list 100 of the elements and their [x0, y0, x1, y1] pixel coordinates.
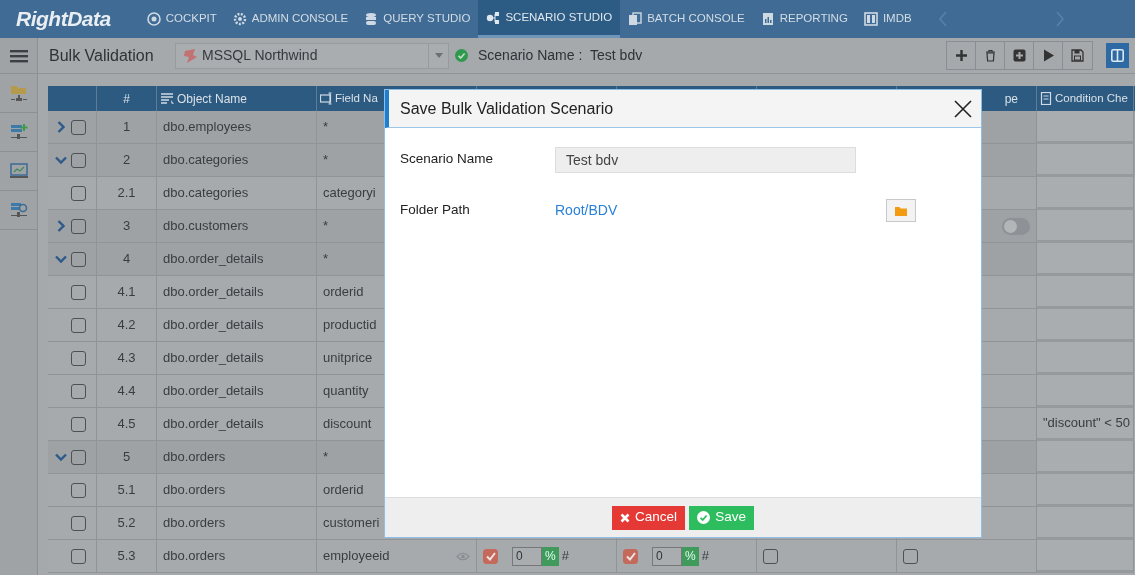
table-cell-text: dbo.categories — [163, 184, 249, 203]
layout-button[interactable] — [1106, 43, 1129, 68]
table-cell-text: dbo.orders — [163, 481, 226, 500]
table-cell-text: employeeid — [323, 547, 390, 566]
check-circle-icon — [697, 511, 711, 524]
table-cell-text: 3 — [122, 217, 131, 236]
checkbox[interactable] — [71, 218, 86, 234]
checkbox[interactable] — [71, 152, 86, 168]
checkbox[interactable] — [71, 416, 86, 432]
table-cell-text: dbo.orders — [163, 448, 226, 467]
table-cell-text: 5 — [122, 448, 131, 467]
server-icon — [182, 47, 198, 64]
chevron-down-icon[interactable] — [55, 253, 67, 265]
documents-icon — [628, 12, 643, 26]
input-field[interactable]: 0 — [652, 546, 682, 566]
table-cell-text: * — [323, 217, 329, 236]
table-cell-text: dbo.categories — [163, 151, 249, 170]
table-cell-text: unitprice — [323, 349, 373, 368]
browse-folder-button[interactable] — [886, 199, 916, 222]
checkbox[interactable] — [71, 449, 86, 465]
logo[interactable]: RightData — [0, 0, 139, 38]
input-field[interactable]: 0 — [512, 546, 542, 566]
settings-network-icon[interactable] — [9, 201, 28, 219]
checkbox[interactable] — [71, 119, 86, 135]
cancel-button[interactable]: Cancel — [612, 505, 686, 530]
table-cell-text: 4.2 — [117, 316, 136, 335]
checkbox[interactable] — [71, 251, 86, 267]
save-icon — [1071, 49, 1084, 62]
hash-label: # — [701, 547, 709, 566]
add-network-icon[interactable] — [9, 123, 28, 141]
folder-icon — [895, 205, 907, 216]
nav-tab[interactable]: QUERY STUDIO — [356, 0, 479, 38]
table-cell-text: 1 — [122, 118, 131, 137]
nav-tab[interactable]: REPORTING — [752, 0, 856, 38]
nav-tab[interactable]: SCENARIO STUDIO — [478, 0, 621, 38]
table-cell-text: 4 — [122, 250, 131, 269]
scenario-name-input[interactable]: Test bdv — [555, 146, 856, 173]
table-cell-text: 4.4 — [117, 382, 136, 401]
nav-tab[interactable]: COCKPIT — [138, 0, 225, 38]
checkbox[interactable] — [71, 383, 86, 399]
table-cell-text: 4.3 — [117, 349, 136, 368]
table-cell-text: quantity — [323, 382, 369, 401]
checkbox[interactable] — [71, 548, 86, 564]
scenario-name: Scenario Name : Test bdv — [478, 46, 643, 65]
checkbox[interactable] — [71, 482, 86, 498]
nav-tab[interactable]: IMDB — [855, 0, 920, 38]
folder-path-link[interactable]: Root/BDV — [555, 200, 886, 221]
columns-icon — [1111, 49, 1124, 62]
checkbox[interactable] — [623, 548, 638, 564]
flow-icon — [486, 10, 501, 25]
table-cell-text: 4.5 — [117, 415, 136, 434]
close-icon — [953, 98, 973, 119]
checkbox[interactable] — [71, 185, 86, 201]
table-cell-text: * — [323, 118, 329, 137]
close-button[interactable] — [953, 98, 973, 119]
table-cell-text: dbo.order_details — [163, 250, 264, 269]
checkbox[interactable] — [71, 350, 86, 366]
chevron-down-icon[interactable] — [55, 451, 67, 463]
plus-icon — [954, 49, 968, 62]
table-cell-text: dbo.order_details — [163, 283, 264, 302]
database-icon — [364, 12, 379, 26]
table-cell-text: dbo.employees — [163, 118, 252, 137]
checkbox[interactable] — [763, 548, 778, 564]
chevron-right-icon[interactable] — [55, 121, 67, 133]
table-cell-text: 2 — [122, 151, 131, 170]
toggle-switch[interactable] — [1002, 217, 1030, 235]
unit-addon: % — [682, 546, 699, 566]
checkbox[interactable] — [903, 548, 918, 564]
table-cell-text: 4.1 — [117, 283, 136, 302]
table-cell-text: orderid — [323, 481, 364, 500]
monitor-chart-icon[interactable] — [9, 163, 28, 179]
table-cell-text: dbo.order_details — [163, 382, 264, 401]
folder-network-icon[interactable] — [9, 84, 28, 102]
menu-icon[interactable] — [9, 48, 28, 63]
checkbox[interactable] — [71, 317, 86, 333]
checkbox[interactable] — [483, 548, 498, 564]
chevron-right-icon[interactable] — [55, 220, 67, 232]
table-row[interactable]: 5.3 dbo.orders employeeid 0 % # 0 % # — [48, 540, 1135, 573]
field-label: Folder Path — [400, 201, 471, 220]
field-icon — [320, 92, 333, 105]
checkbox[interactable] — [71, 284, 86, 300]
caret-icon — [434, 53, 443, 58]
table-cell-text: dbo.order_details — [163, 316, 264, 335]
table-cell-text: 2.1 — [117, 184, 136, 203]
table-cell-text: categoryi — [323, 184, 376, 203]
field-label: Scenario Name — [400, 150, 495, 169]
nav-tab[interactable]: ADMIN CONSOLE — [224, 0, 357, 38]
nav-tab[interactable]: BATCH CONSOLE — [620, 0, 753, 38]
chevron-down-icon[interactable] — [55, 154, 67, 166]
save-button[interactable]: Save — [689, 505, 754, 530]
table-cell-text: "discount" < 50 — [1043, 414, 1130, 433]
checkbox[interactable] — [71, 515, 86, 531]
table-cell-text: dbo.order_details — [163, 415, 264, 434]
table-cell-text: * — [323, 151, 329, 170]
table-cell-text: dbo.orders — [163, 547, 226, 566]
connection-select[interactable]: MSSQL Northwind — [175, 42, 449, 69]
table-cell-text: * — [323, 448, 329, 467]
table-cell-text: dbo.orders — [163, 514, 226, 533]
hash-label: # — [561, 547, 569, 566]
trash-icon — [983, 49, 997, 62]
